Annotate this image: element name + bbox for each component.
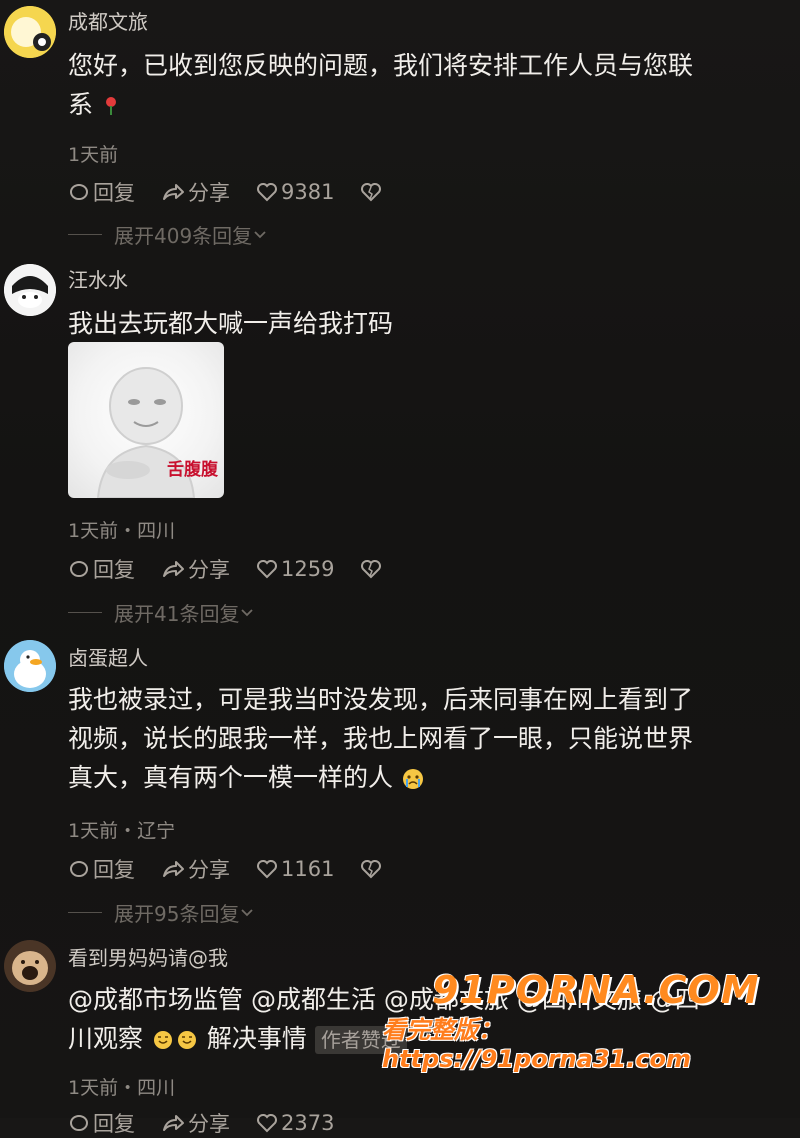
like-button[interactable]: 9381 [256, 180, 334, 204]
share-label: 分享 [188, 858, 230, 882]
username[interactable]: 汪水水 [68, 264, 128, 293]
expand-replies[interactable]: 展开95条回复 [68, 898, 255, 927]
share-arrow-icon [163, 184, 184, 200]
smile-emoji-icon [153, 1031, 196, 1049]
comment-item: 汪水水 我出去玩都大喊一声给我打码 舌腹腹 1天前・四川 回复 分享 1259 [0, 258, 800, 628]
heart-icon [257, 183, 277, 202]
avatar-meme-icon [4, 940, 56, 992]
dislike-button[interactable] [360, 558, 385, 580]
share-arrow-icon [163, 1115, 184, 1131]
comment-actions: 回复 分享 9381 [68, 177, 411, 207]
avatar[interactable] [4, 264, 56, 316]
expand-label: 展开41条回复 [114, 602, 240, 626]
rose-emoji-icon [105, 97, 116, 115]
comment-bubble-icon [70, 184, 88, 200]
reply-button[interactable]: 回复 [68, 1108, 135, 1138]
share-arrow-icon [163, 861, 184, 877]
watermark-url: 看完整版：https://91porna31.com [382, 1016, 692, 1073]
share-arrow-icon [163, 561, 184, 577]
comment-time-location: 1天前・四川 [68, 520, 176, 542]
heart-icon [257, 1114, 277, 1133]
divider [68, 234, 102, 235]
chevron-down-icon [254, 230, 266, 238]
sticker-image[interactable]: 舌腹腹 [68, 342, 224, 498]
expand-replies[interactable]: 展开409条回复 [68, 220, 268, 249]
divider [68, 612, 102, 613]
chevron-down-icon [241, 608, 254, 616]
like-count: 9381 [281, 180, 335, 204]
like-count: 1259 [281, 557, 335, 581]
expand-label: 展开409条回复 [114, 224, 253, 248]
comment-item: 卤蛋超人 我也被录过，可是我当时没发现，后来同事在网上看到了 视频，说长的跟我一… [0, 636, 800, 936]
comment-actions: 回复 分享 1259 [68, 554, 411, 584]
broken-heart-icon [361, 860, 382, 879]
share-button[interactable]: 分享 [161, 554, 230, 584]
share-button[interactable]: 分享 [161, 854, 230, 884]
like-count: 2373 [281, 1111, 335, 1135]
comment-time-location: 1天前・辽宁 [68, 820, 176, 842]
username[interactable]: 成都文旅 [68, 6, 148, 35]
username[interactable]: 卤蛋超人 [68, 642, 148, 671]
comment-time-location: 1天前・四川 [68, 1077, 176, 1099]
share-label: 分享 [188, 181, 230, 205]
avatar-duck-icon [4, 640, 56, 692]
like-button[interactable]: 2373 [256, 1111, 334, 1135]
crying-emoji-icon [402, 769, 423, 789]
sticker-caption: 舌腹腹 [167, 460, 218, 480]
comment-text: 我也被录过，可是我当时没发现，后来同事在网上看到了 视频，说长的跟我一样，我也上… [68, 685, 694, 792]
dislike-button[interactable] [360, 181, 385, 203]
reply-label: 回复 [93, 1112, 135, 1136]
dislike-button[interactable] [360, 858, 385, 880]
comment-bubble-icon [70, 561, 88, 577]
like-count: 1161 [281, 857, 335, 881]
expand-label: 展开95条回复 [114, 902, 240, 926]
comment-actions: 回复 分享 2373 [68, 1108, 360, 1138]
comment-time: 1天前 [68, 144, 119, 166]
broken-heart-icon [361, 183, 382, 202]
reply-button[interactable]: 回复 [68, 554, 135, 584]
avatar[interactable] [4, 940, 56, 992]
heart-icon [257, 560, 277, 579]
share-label: 分享 [188, 558, 230, 582]
reply-label: 回复 [93, 858, 135, 882]
share-button[interactable]: 分享 [161, 177, 230, 207]
expand-replies[interactable]: 展开41条回复 [68, 598, 255, 627]
comment-text: 您好，已收到您反映的问题，我们将安排工作人员与您联 系 [68, 51, 694, 119]
reply-label: 回复 [93, 558, 135, 582]
avatar[interactable] [4, 640, 56, 692]
comment-actions: 回复 分享 1161 [68, 854, 411, 884]
chevron-down-icon [241, 908, 254, 916]
avatar-logo-icon [4, 6, 56, 58]
broken-heart-icon [361, 560, 382, 579]
comment-text: 我出去玩都大喊一声给我打码 [68, 309, 394, 338]
reply-label: 回复 [93, 181, 135, 205]
share-button[interactable]: 分享 [161, 1108, 230, 1138]
divider [68, 912, 102, 913]
username[interactable]: 看到男妈妈请@我 [68, 942, 228, 971]
reply-button[interactable]: 回复 [68, 177, 135, 207]
comment-bubble-icon [70, 861, 88, 877]
comment-bubble-icon [70, 1115, 88, 1131]
avatar[interactable] [4, 6, 56, 58]
reply-button[interactable]: 回复 [68, 854, 135, 884]
watermark-logo: 91PORNA.COM [432, 968, 760, 1012]
like-button[interactable]: 1161 [256, 857, 334, 881]
share-label: 分享 [188, 1112, 230, 1136]
avatar-character-icon [4, 264, 56, 316]
like-button[interactable]: 1259 [256, 557, 334, 581]
heart-icon [257, 860, 277, 879]
comment-item: 成都文旅 您好，已收到您反映的问题，我们将安排工作人员与您联 系 1天前 回复 … [0, 0, 800, 250]
